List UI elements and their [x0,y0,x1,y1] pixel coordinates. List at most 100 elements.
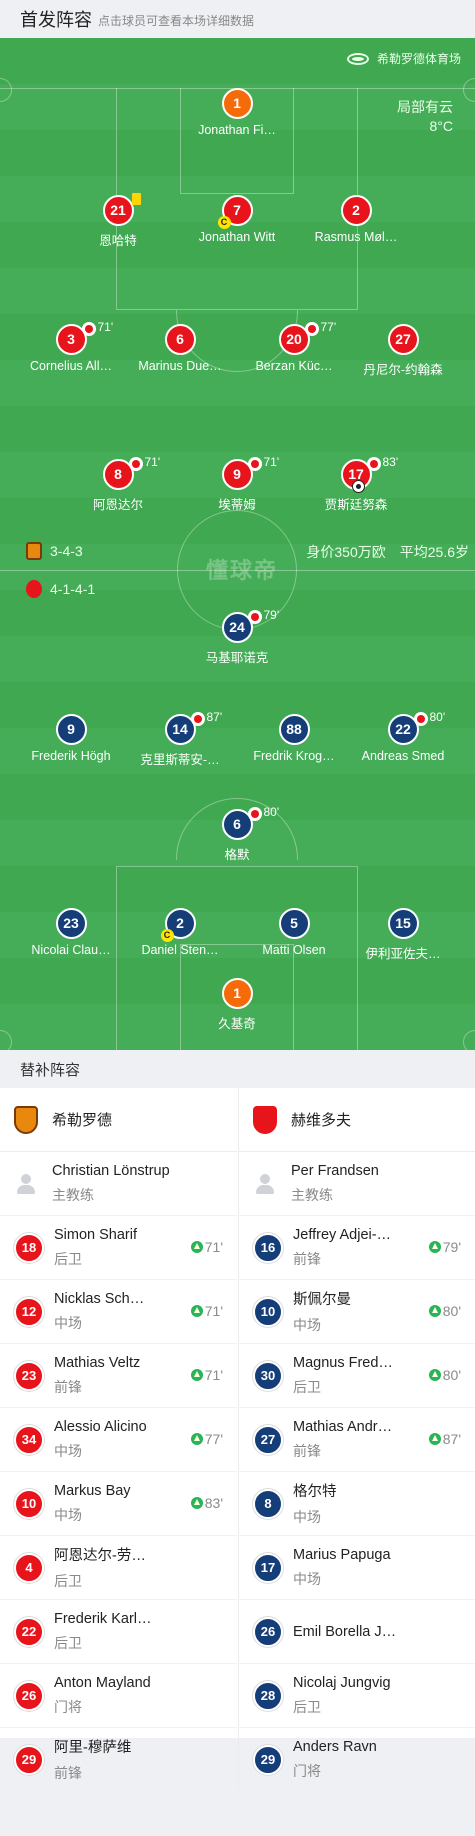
jersey-number: 15 [387,908,419,939]
sub-player-row[interactable]: 16 Jeffrey Adjei-… 前锋 79' [239,1216,475,1280]
player-home[interactable]: 3 71' Cornelius All… [16,320,126,373]
sub-player-name: 阿恩达尔-劳… [54,1548,146,1564]
sub-player-name: Emil Borella J… [293,1623,397,1640]
jersey-number-text: 1 [233,985,241,1001]
sub-player-row[interactable]: 4 阿恩达尔-劳… 后卫 [0,1536,237,1600]
player-away[interactable]: 22 80' Andreas Smed [348,710,458,763]
sub-in-minute: 79' [442,1239,461,1255]
sub-player-row[interactable]: 8 格尔特 中场 [239,1472,475,1536]
sub-player-row[interactable]: 34 Alessio Alicino 中场 77' [0,1408,237,1472]
sub-in-icon [428,1369,441,1381]
sub-jersey-number: 10 [253,1296,283,1327]
player-home[interactable]: 9 71' 埃蒂姆 [182,455,292,513]
player-away[interactable]: 14 87' 克里斯蒂安-… [125,710,235,768]
sub-in-minute: 77' [204,1431,223,1447]
player-away[interactable]: 15 伊利亚佐夫… [348,908,458,962]
sub-player-row[interactable]: 26 Anton Mayland 门将 [0,1664,237,1728]
sub-player-row[interactable]: 23 Mathias Veltz 前锋 71' [0,1344,237,1408]
away-team-row[interactable]: 赫维多夫 [239,1088,475,1152]
player-away[interactable]: 6 80' 格默 [182,805,292,863]
substitution-icon [81,322,96,336]
player-name: 格默 [224,848,250,862]
home-team-row[interactable]: 希勒罗德 [0,1088,237,1152]
substitution-time: 71' [97,320,114,334]
player-away[interactable]: 2 C Daniel Sten… [125,908,235,957]
jersey-number-text: 8 [114,466,122,482]
player-away[interactable]: 1 久基奇 [182,978,292,1032]
sub-player-name: 斯佩尔曼 [293,1292,351,1308]
sub-jersey-number: 34 [14,1424,44,1455]
substitution-icon [366,457,381,471]
sub-player-position: 中场 [293,1317,321,1333]
sub-in-time: 80' [428,1303,461,1319]
lineup-subtitle: 点击球员可查看本场详细数据 [98,13,255,28]
sub-player-row[interactable]: 10 斯佩尔曼中场 80' [239,1280,475,1344]
player-away[interactable]: 5 Matti Olsen [239,908,349,957]
sub-in-time: 77' [190,1431,223,1447]
sub-player-row[interactable]: 26 Emil Borella J… [239,1600,475,1664]
substitution-icon [247,457,262,471]
player-name: Matti Olsen [262,943,326,957]
subs-list: 希勒罗德 Christian Lönstrup 主教练 18 Simon Shar… [0,1088,475,1792]
player-name: 克里斯蒂安-… [140,753,220,767]
jersey-number: 5 [278,908,310,939]
sub-jersey-number: 27 [253,1424,283,1455]
sub-player-position: 门将 [54,1698,82,1715]
venue-label: 希勒罗德体育场 [346,50,461,67]
player-name: Jonathan Fi… [198,123,276,137]
player-away[interactable]: 23 Nicolai Clau… [16,908,126,957]
sub-player-row[interactable]: 17 Marius Papuga 中场 [239,1536,475,1600]
jersey-number: 9 [55,714,87,745]
player-home[interactable]: 2 Rasmus Møl… [301,195,411,244]
sub-player-row[interactable]: 29 Anders Ravn 门将 [239,1728,475,1792]
sub-player-row[interactable]: 18 Simon Sharif 后卫 71' [0,1216,237,1280]
jersey-number-text: 3 [67,331,75,347]
sub-jersey-number: 26 [14,1680,44,1711]
jersey-number: 1 [221,978,253,1009]
jersey-number-text: 6 [176,331,184,347]
sub-in-icon [428,1305,441,1317]
sub-player-row[interactable]: 12 Nicklas Sch… 中场 71' [0,1280,237,1344]
player-home[interactable]: 17 83' 贾斯廷努森 [301,455,411,513]
sub-jersey-number: 12 [14,1296,44,1327]
sub-player-name: 格尔特 [293,1484,337,1500]
sub-in-minute: 80' [442,1303,461,1319]
player-home[interactable]: 1 Jonathan Fi… [182,88,292,137]
player-home[interactable]: 21 恩哈特 [63,193,173,249]
sub-player-name: Nicklas Sch… [54,1290,145,1307]
sub-in-time: 71' [190,1239,223,1255]
sub-player-row[interactable]: 22 Frederik Karl… 后卫 [0,1600,237,1664]
player-home[interactable]: 7 C Jonathan Witt [182,195,292,244]
jersey-number: 17 83' [340,455,398,493]
sub-player-position: 后卫 [293,1378,321,1395]
away-team-name: 赫维多夫 [291,1112,352,1129]
away-crest-icon [253,1105,277,1134]
sub-in-icon [190,1369,203,1381]
player-name: Marinus Due… [138,359,222,373]
sub-jersey-number: 8 [253,1488,283,1519]
sub-player-name: Nicolaj Jungvig [293,1674,391,1691]
player-home[interactable]: 8 71' 阿恩达尔 [63,455,173,513]
player-home[interactable]: 6 Marinus Due… [125,324,235,373]
sub-player-row[interactable]: 29 阿里-穆萨维 前锋 [0,1728,237,1792]
home-coach-row[interactable]: Christian Lönstrup 主教练 [0,1152,237,1216]
sub-player-row[interactable]: 10 Markus Bay 中场 83' [0,1472,237,1536]
player-home[interactable]: 20 77' Berzan Küc… [239,320,349,373]
jersey-number: 7C [217,195,253,229]
player-name: Fredrik Krog… [253,749,335,763]
player-away[interactable]: 88 Fredrik Krog… [239,714,349,763]
sub-player-row[interactable]: 27 Mathias Andr… 前锋 87' [239,1408,475,1472]
player-home[interactable]: 27 丹尼尔-约翰森 [348,324,458,378]
sub-in-minute: 71' [204,1239,223,1255]
lineup-title: 首发阵容 [20,10,92,30]
sub-player-position: 后卫 [54,1634,82,1651]
player-away[interactable]: 24 79' 马基耶诺克 [182,608,292,666]
player-away[interactable]: 9 Frederik Högh [16,714,126,763]
away-team-icon [26,580,42,598]
away-coach-row[interactable]: Per Frandsen 主教练 [239,1152,475,1216]
substitution-time: 71' [263,455,280,469]
sub-in-minute: 71' [204,1303,223,1319]
substitution-icon [413,712,428,726]
sub-player-row[interactable]: 30 Magnus Fred… 后卫 80' [239,1344,475,1408]
sub-player-row[interactable]: 28 Nicolaj Jungvig 后卫 [239,1664,475,1728]
